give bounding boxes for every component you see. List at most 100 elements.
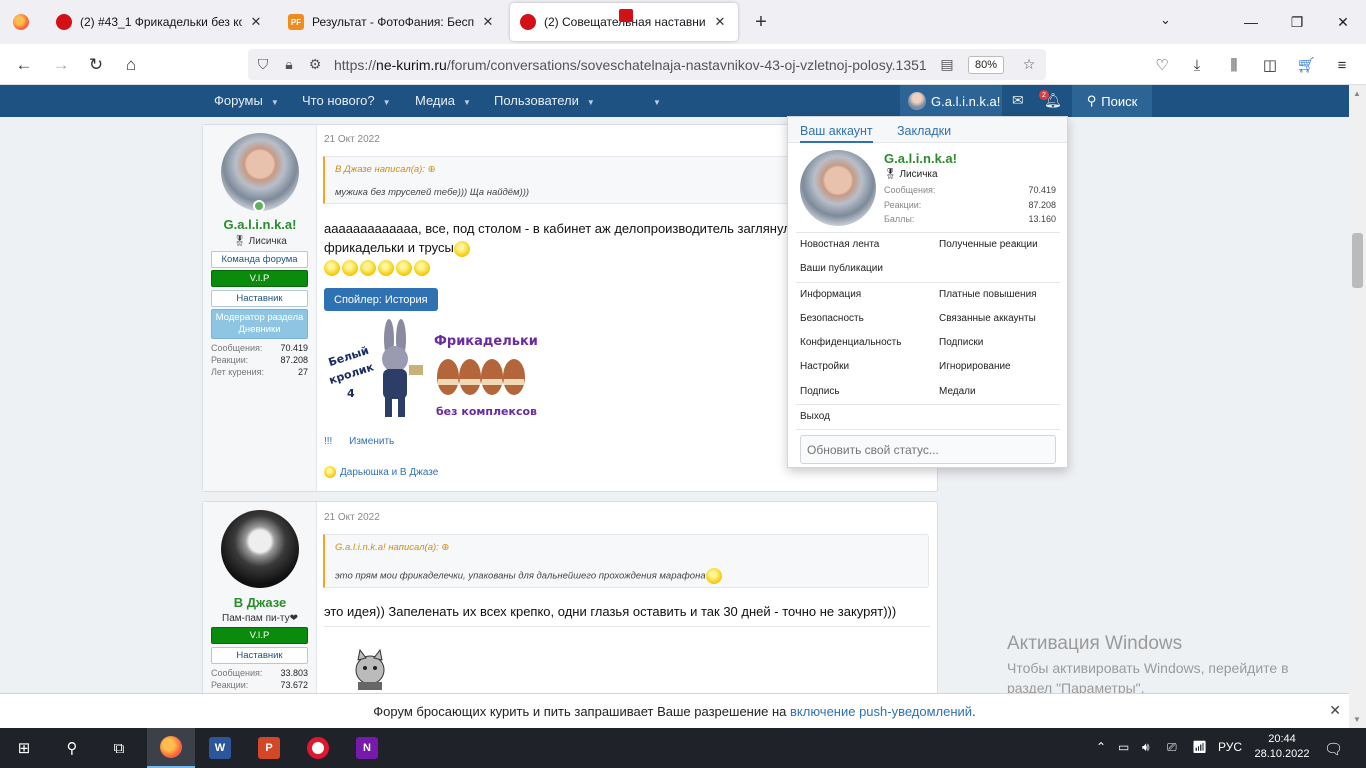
display-icon[interactable]: ⎚	[1167, 740, 1177, 755]
restore-icon[interactable]: ❐	[1274, 0, 1320, 44]
network-icon[interactable]: 📶︎	[1192, 740, 1207, 754]
spoiler-button[interactable]: Спойлер: История	[324, 288, 438, 311]
library-icon[interactable]: ⫼	[1221, 54, 1247, 76]
nav-whats-new[interactable]: Что нового? ▼	[302, 93, 391, 108]
url-text[interactable]: https://ne-kurim.ru/forum/conversations/…	[334, 57, 932, 73]
zoom-level[interactable]: 80%	[967, 55, 1004, 74]
menu-signature[interactable]: Подпись	[800, 386, 840, 397]
back-arrow-icon[interactable]: ←	[10, 52, 38, 78]
list-tabs-icon[interactable]: ⌄	[1160, 12, 1171, 28]
tab-bookmarks[interactable]: Закладки	[897, 124, 951, 138]
username[interactable]: В Джазе	[203, 595, 317, 610]
envelope-icon[interactable]: ✉	[1012, 92, 1024, 109]
reactions-text[interactable]: Дарьюшка и В Джазе	[340, 467, 438, 478]
forward-arrow-icon[interactable]: →	[47, 52, 75, 78]
chevron-down-icon[interactable]: ▼	[653, 98, 661, 107]
battery-icon[interactable]: ▭	[1118, 740, 1129, 754]
browser-tab-1[interactable]: (2) #43_1 Фрикадельки без ком ✕	[46, 3, 274, 41]
report-link[interactable]: !!!	[324, 436, 332, 447]
home-icon[interactable]: ⌂	[117, 52, 145, 78]
menu-following[interactable]: Подписки	[939, 337, 983, 348]
star-icon[interactable]: ☆	[1018, 56, 1040, 73]
menu-news-feed[interactable]: Новостная лента	[800, 239, 879, 250]
nav-media[interactable]: Медиа ▼	[415, 93, 471, 108]
chevron-down-icon[interactable]: ▼	[271, 98, 279, 107]
menu-medals[interactable]: Медали	[939, 386, 976, 397]
cart-icon[interactable]: 🛒︎	[1293, 54, 1319, 76]
username[interactable]: G.a.l.i.n.k.a!	[203, 217, 317, 232]
new-tab-button[interactable]: +	[744, 5, 778, 39]
menu-security[interactable]: Безопасность	[800, 313, 864, 324]
browser-tab-2[interactable]: PF Результат - ФотоФания: Беспл ✕	[278, 3, 506, 41]
menu-your-content[interactable]: Ваши публикации	[800, 263, 883, 274]
download-icon[interactable]: ⤓	[1184, 54, 1210, 76]
message-date[interactable]: 21 Окт 2022	[324, 512, 380, 523]
menu-account-upgrades[interactable]: Платные повышения	[939, 289, 1037, 300]
tray-chevron-icon[interactable]: ⌃	[1096, 740, 1106, 754]
page-scrollbar[interactable]: ▲ ▼	[1349, 85, 1366, 728]
close-window-icon[interactable]: ✕	[1320, 0, 1366, 44]
minimize-icon[interactable]: —	[1228, 0, 1274, 44]
enable-push-link[interactable]: включение push-уведомлений	[790, 704, 972, 719]
firefox-menu-icon[interactable]	[0, 0, 42, 44]
language-indicator[interactable]: РУС	[1218, 740, 1242, 754]
nav-forums[interactable]: Форумы ▼	[214, 93, 279, 108]
chevron-down-icon[interactable]: ▼	[587, 98, 595, 107]
menu-privacy[interactable]: Конфиденциальность	[800, 337, 901, 348]
account-button[interactable]: G.a.l.i.n.k.a!	[900, 85, 1002, 117]
meatballs-image[interactable]: Фрикадельки без комплексов	[432, 327, 538, 419]
clock[interactable]: 20:44 28.10.2022	[1254, 732, 1310, 762]
taskbar-word[interactable]: W	[196, 728, 244, 768]
taskbar-firefox[interactable]	[147, 728, 195, 768]
status-input[interactable]	[800, 435, 1056, 464]
cat-signature-image[interactable]	[324, 630, 416, 690]
powerpoint-icon: P	[258, 737, 280, 759]
menu-connected-accounts[interactable]: Связанные аккаунты	[939, 313, 1036, 324]
scroll-up-icon[interactable]: ▲	[1353, 89, 1361, 98]
taskbar-powerpoint[interactable]: P	[245, 728, 293, 768]
menu-account-details[interactable]: Информация	[800, 289, 861, 300]
close-tab-icon[interactable]: ✕	[248, 14, 264, 30]
chevron-down-icon[interactable]: ▼	[463, 98, 471, 107]
site-logo-icon[interactable]	[619, 9, 633, 22]
menu-preferences[interactable]: Настройки	[800, 361, 849, 372]
menu-logout[interactable]: Выход	[800, 411, 830, 422]
avatar[interactable]	[800, 150, 876, 226]
notifications-icon[interactable]: 🗨︎	[1324, 740, 1343, 758]
quote-author[interactable]: В Джазе написал(а): ⊕	[335, 164, 436, 175]
rabbit-image[interactable]: Белый кролик 4	[327, 317, 427, 421]
close-notice-icon[interactable]: ✕	[1329, 702, 1341, 719]
hamburger-menu-icon[interactable]: ≡	[1329, 54, 1355, 76]
volume-icon[interactable]: 🔊︎	[1142, 740, 1150, 755]
nav-extra-dropdown[interactable]: ▼	[645, 93, 661, 108]
quote-author[interactable]: G.a.l.i.n.k.a! написал(а): ⊕	[335, 542, 449, 553]
permissions-icon[interactable]: ⚙	[304, 56, 326, 73]
search-button[interactable]: ⚲ Поиск	[1072, 85, 1152, 117]
lock-icon[interactable]: 🔒︎	[278, 56, 300, 73]
chevron-down-icon[interactable]: ▼	[383, 98, 391, 107]
tab-your-account[interactable]: Ваш аккаунт	[800, 124, 873, 143]
address-bar[interactable]: ⛉ 🔒︎ ⚙ https://ne-kurim.ru/forum/convers…	[248, 49, 1046, 80]
dropdown-username[interactable]: G.a.l.i.n.k.a!	[884, 151, 957, 166]
sidebar-icon[interactable]: ◫	[1257, 54, 1283, 76]
scrollbar-thumb[interactable]	[1352, 233, 1363, 288]
scroll-down-icon[interactable]: ▼	[1353, 715, 1361, 724]
edit-link[interactable]: Изменить	[349, 436, 394, 447]
task-view-icon[interactable]: ⧉	[107, 736, 131, 760]
menu-ignoring[interactable]: Игнорирование	[939, 361, 1011, 372]
close-tab-icon[interactable]: ✕	[712, 14, 728, 30]
avatar[interactable]	[221, 510, 299, 588]
windows-start-icon[interactable]: ⊞	[12, 736, 36, 760]
reader-view-icon[interactable]: ▤	[936, 56, 958, 73]
pocket-icon[interactable]: ♡	[1149, 54, 1175, 76]
reactions-bar[interactable]: Дарьюшка и В Джазе	[324, 466, 438, 478]
nav-members[interactable]: Пользователи ▼	[494, 93, 595, 108]
menu-reactions-received[interactable]: Полученные реакции	[939, 239, 1038, 250]
taskbar-onenote[interactable]: N	[343, 728, 391, 768]
taskbar-opera[interactable]	[294, 728, 342, 768]
shield-icon[interactable]: ⛉	[252, 56, 274, 73]
message-date[interactable]: 21 Окт 2022	[324, 134, 380, 145]
close-tab-icon[interactable]: ✕	[480, 14, 496, 30]
reload-icon[interactable]: ↻	[82, 52, 110, 78]
search-icon[interactable]: ⚲	[60, 736, 84, 760]
